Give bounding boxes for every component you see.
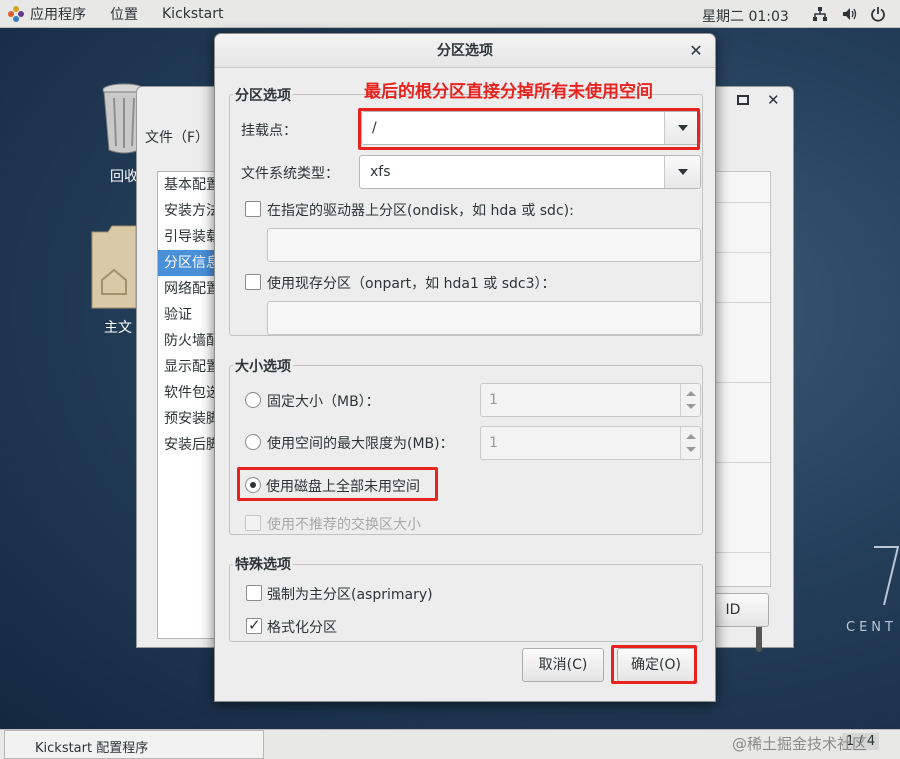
category-item[interactable]: 分区信息 [158,250,218,276]
fstype-label: 文件系统类型： [241,166,339,182]
category-item[interactable]: 验证 [158,302,218,328]
mount-point-value: / [372,120,377,136]
annotation-text: 最后的根分区直接分掉所有未使用空间 [364,82,653,102]
recommended-swap-checkbox[interactable] [245,515,261,531]
category-list: 基本配置 安装方法 引导装载 分区信息 网络配置 验证 防火墙配 显示配置 软件包选 预安装脚 安装… [157,171,219,639]
top-bar: 应用程序 位置 Kickstart 星期二 01:03 [0,0,900,28]
places-menu[interactable]: 位置 [98,4,150,24]
category-item[interactable]: 基本配置 [158,172,218,198]
category-item[interactable]: 安装方法 [158,198,218,224]
format-checkbox[interactable] [246,616,262,634]
asprimary-label: 强制为主分区(asprimary) [267,587,433,603]
taskbar-kickstart-item[interactable]: Kickstart 配置程序 [4,730,264,759]
power-icon[interactable] [870,6,886,22]
max-size-spin[interactable]: 1 [480,426,701,460]
category-item[interactable]: 引导装载 [158,224,218,250]
asprimary-checkbox[interactable] [246,585,262,601]
home-label: 主文 [104,320,132,336]
max-size-value: 1 [489,435,498,451]
special-group-title: 特殊选项 [233,554,293,574]
app-menu[interactable]: Kickstart [150,6,235,22]
fstype-combo[interactable]: xfs [359,155,701,189]
fixed-size-spin[interactable]: 1 [480,383,701,417]
network-icon[interactable] [812,6,828,22]
onpart-checkbox[interactable] [245,274,261,290]
max-size-radio[interactable] [245,434,261,450]
fill-all-label: 使用磁盘上全部未用空间 [266,479,420,495]
format-label: 格式化分区 [267,620,337,636]
category-item[interactable]: 防火墙配 [158,328,218,354]
fixed-size-value: 1 [489,392,498,408]
spin-up-icon[interactable] [686,434,696,439]
chevron-down-icon[interactable] [664,112,700,144]
partition-group-title: 分区选项 [233,85,293,105]
mount-point-label: 挂载点： [241,123,297,139]
mount-point-combo[interactable]: / [361,111,701,145]
category-item[interactable]: 软件包选 [158,380,218,406]
fill-all-radio[interactable] [245,477,261,493]
spin-up-icon[interactable] [686,391,696,396]
fstype-value: xfs [370,164,391,180]
home-folder-icon[interactable] [88,224,140,310]
category-item[interactable]: 安装后脚 [158,432,218,458]
recommended-swap-label: 使用不推荐的交换区大小 [267,517,421,533]
ondisk-label: 在指定的驱动器上分区(ondisk，如 hda 或 sdc): [267,203,574,219]
fixed-size-label: 固定大小（MB）： [267,394,380,410]
ondisk-entry[interactable] [267,228,701,262]
watermark: @稀土掘金技术社区 [732,735,868,753]
max-size-label: 使用空间的最大限度为(MB)： [267,436,454,452]
partition-options-dialog: 分区选项 ✕ 分区选项 挂载点： / 文件系统类型： xfs 在指定的驱动器上分… [214,33,716,702]
ok-button[interactable]: 确定(O) [617,648,695,682]
onpart-label: 使用现存分区（onpart，如 hda1 或 sdc3）： [267,276,556,292]
trash-label: 回收 [110,169,138,185]
clock[interactable]: 星期二 01:03 [702,6,789,26]
brand-mark-icon [874,546,900,606]
applications-menu[interactable]: 应用程序 [28,4,98,24]
cancel-button[interactable]: 取消(C) [522,648,604,682]
activities-icon[interactable] [8,5,24,22]
window-close-icon[interactable]: ✕ [767,91,780,109]
brand-text: CENT [846,620,897,635]
spin-down-icon[interactable] [686,404,696,409]
dialog-close-icon[interactable]: ✕ [687,42,705,60]
dialog-title: 分区选项 [215,34,715,68]
category-item[interactable]: 网络配置 [158,276,218,302]
volume-icon[interactable] [842,6,858,22]
spin-down-icon[interactable] [686,447,696,452]
size-group-title: 大小选项 [233,356,293,376]
maximize-icon[interactable] [737,95,749,105]
fixed-size-radio[interactable] [245,392,261,408]
category-item[interactable]: 显示配置 [158,354,218,380]
category-item[interactable]: 预安装脚 [158,406,218,432]
onpart-entry[interactable] [267,301,701,335]
ondisk-checkbox[interactable] [245,201,261,217]
chevron-down-icon[interactable] [664,156,700,188]
